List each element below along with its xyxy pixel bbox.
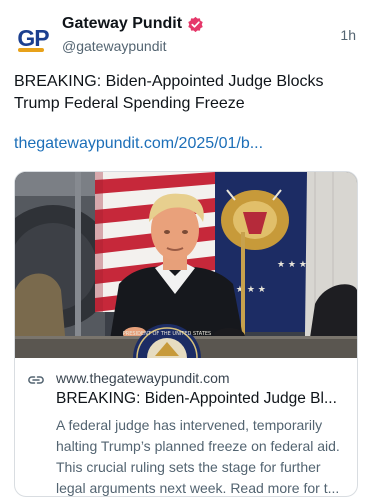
- link-icon: [28, 376, 44, 384]
- timestamp[interactable]: 1h: [340, 27, 356, 43]
- avatar[interactable]: GP: [14, 19, 52, 57]
- card-title: BREAKING: Biden-Appointed Judge Bl...: [56, 390, 337, 407]
- news-photo: ★ ★ ★ ★ ★ ★ ★ PRESIDENT OF THE UNITED ST…: [15, 172, 357, 358]
- author-name[interactable]: Gateway Pundit: [62, 15, 204, 33]
- author-handle[interactable]: @gatewaypundit: [62, 38, 167, 54]
- verified-badge-icon: [188, 16, 203, 32]
- card-description-line: legal arguments next week. Read more for…: [56, 480, 340, 496]
- post-text: BREAKING: Biden-Appointed Judge Blocks T…: [14, 73, 324, 112]
- seal-text: PRESIDENT OF THE UNITED STATES: [123, 331, 211, 337]
- card-description-line: A federal judge has intervened, temporar…: [56, 417, 323, 433]
- author-name-label: Gateway Pundit: [62, 15, 183, 32]
- card-image[interactable]: ★ ★ ★ ★ ★ ★ ★ PRESIDENT OF THE UNITED ST…: [15, 172, 357, 358]
- card-description-line: halting Trump’s planned freeze on federa…: [56, 438, 340, 454]
- card-domain: www.thegatewaypundit.com: [56, 370, 230, 386]
- svg-text:★ ★ ★: ★ ★ ★: [277, 260, 307, 270]
- link-preview-card[interactable]: ★ ★ ★ ★ ★ ★ ★ PRESIDENT OF THE UNITED ST…: [14, 171, 358, 497]
- card-description: A federal judge has intervened, temporar…: [56, 415, 351, 496]
- card-description-line: This crucial ruling sets the stage for f…: [56, 459, 321, 475]
- post[interactable]: GP Gateway Pundit @gatewaypundit 1h BREA…: [0, 0, 372, 500]
- avatar-logo-swoosh: [18, 48, 44, 52]
- post-link[interactable]: thegatewaypundit.com/2025/01/b...: [14, 135, 263, 153]
- card-meta[interactable]: www.thegatewaypundit.com BREAKING: Biden…: [15, 358, 357, 496]
- avatar-logo-text: GP: [17, 25, 49, 51]
